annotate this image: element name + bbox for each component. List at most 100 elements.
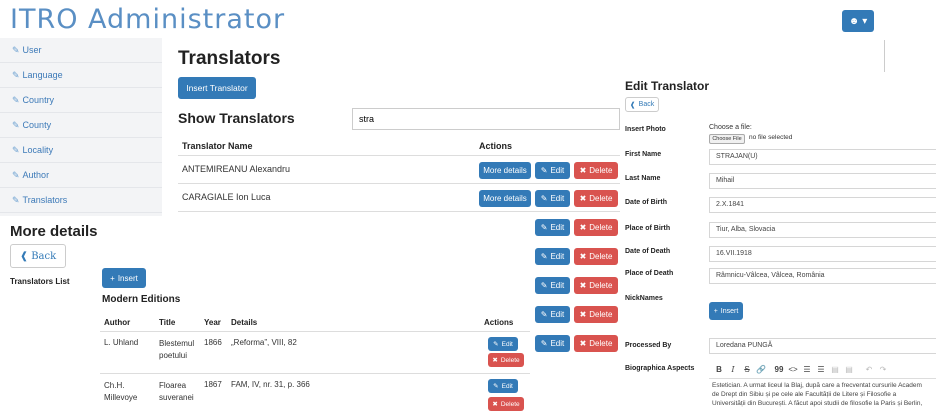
sidebar-item-locality[interactable]: ✎ Locality	[0, 138, 162, 163]
edit-button[interactable]: ✎ Edit	[535, 277, 570, 294]
more-details-button[interactable]: More details	[479, 162, 531, 179]
edit-button[interactable]: ✎ Edit	[488, 337, 518, 351]
edit-icon: ✎	[12, 194, 20, 205]
insert-photo-label: Insert Photo	[625, 126, 666, 133]
delete-button[interactable]: ✖ Delete	[574, 335, 618, 352]
delete-label: Delete	[589, 194, 613, 203]
code-button[interactable]: <>	[787, 362, 799, 376]
insert-label: Insert	[720, 307, 739, 315]
insert-translator-button[interactable]: Insert Translator	[178, 77, 256, 99]
bullet-list-button[interactable]: ☰	[801, 362, 813, 376]
date-of-birth-label: Date of Birth	[625, 199, 667, 206]
column-header-actions: Actions	[479, 141, 513, 151]
more-details-button[interactable]: More details	[479, 190, 531, 207]
sidebar-item-user[interactable]: ✎ User	[0, 38, 162, 63]
delete-button[interactable]: ✖ Delete	[488, 353, 524, 367]
date-of-birth-field[interactable]: 2.X.1841	[709, 197, 936, 213]
edition-year: 1866	[204, 338, 222, 347]
column-header-year: Year	[204, 318, 221, 327]
processed-by-field[interactable]: Loredana PUNGĂ	[709, 338, 936, 354]
bold-button[interactable]: B	[713, 362, 725, 376]
delete-button[interactable]: ✖ Delete	[574, 162, 618, 179]
choose-file-label: Choose a file:	[709, 124, 752, 131]
back-button[interactable]: ❰ Back	[10, 244, 66, 268]
edit-button[interactable]: ✎ Edit	[535, 162, 570, 179]
sidebar-item-language[interactable]: ✎ Language	[0, 63, 162, 88]
edition-details: FAM, IV, nr. 31, p. 366	[231, 380, 310, 389]
indent-icon: ▤	[845, 364, 853, 374]
sidebar-item-county[interactable]: ✎ County	[0, 113, 162, 138]
edit-button[interactable]: ✎ Edit	[535, 190, 570, 207]
search-input[interactable]	[352, 108, 620, 130]
edit-icon: ✎	[540, 166, 548, 175]
plus-icon: +	[713, 307, 718, 315]
delete-button[interactable]: ✖ Delete	[574, 306, 618, 323]
delete-label: Delete	[589, 223, 613, 232]
edit-label: Edit	[501, 340, 513, 348]
back-button[interactable]: ❰ Back	[625, 97, 659, 112]
delete-button[interactable]: ✖ Delete	[488, 397, 524, 411]
sidebar-item-author[interactable]: ✎ Author	[0, 163, 162, 188]
sidebar-item-label: Language	[22, 70, 63, 80]
translator-name: CARAGIALE Ion Luca	[182, 192, 271, 202]
edition-title-line: Blestemul	[159, 339, 195, 348]
edit-label: Edit	[550, 310, 565, 319]
edition-title: Floarea suveranei	[159, 380, 194, 404]
date-of-death-field[interactable]: 16.VII.1918	[709, 246, 936, 262]
insert-button[interactable]: + Insert	[102, 268, 146, 288]
edit-button[interactable]: ✎ Edit	[535, 335, 570, 352]
delete-button[interactable]: ✖ Delete	[574, 248, 618, 265]
more-details-title: More details	[10, 223, 98, 240]
sidebar-item-country[interactable]: ✎ Country	[0, 88, 162, 113]
sidebar-item-label: Country	[22, 95, 55, 105]
column-header-author: Author	[104, 318, 131, 327]
link-button[interactable]: 🔗	[755, 362, 767, 376]
undo-icon: ↶	[865, 364, 873, 374]
insert-label: Insert	[117, 273, 138, 283]
undo-button[interactable]: ↶	[863, 362, 875, 376]
edition-title-line: Floarea	[159, 381, 187, 390]
redo-button[interactable]: ↷	[877, 362, 889, 376]
delete-button[interactable]: ✖ Delete	[574, 277, 618, 294]
edit-label: Edit	[550, 281, 565, 290]
edit-icon: ✎	[540, 223, 548, 232]
edition-author-line: Ch.H.	[104, 381, 125, 390]
redo-icon: ↷	[879, 364, 887, 374]
indent-button[interactable]: ▤	[843, 362, 855, 376]
edit-icon: ✎	[540, 252, 548, 261]
edit-icon: ✎	[540, 339, 548, 348]
place-of-birth-field[interactable]: Tiur, Alba, Slovacia	[709, 222, 936, 238]
close-icon: ✖	[579, 252, 587, 261]
processed-by-label: Processed By	[625, 342, 672, 349]
choose-file-button[interactable]: Choose File	[709, 134, 745, 144]
last-name-field[interactable]: Mihail	[709, 173, 936, 189]
close-icon: ✖	[579, 310, 587, 319]
edit-button[interactable]: ✎ Edit	[488, 379, 518, 393]
delete-button[interactable]: ✖ Delete	[574, 219, 618, 236]
biographical-aspects-editor[interactable]: Estetician. A urmat liceul la Blaj, după…	[712, 381, 936, 408]
quote-button[interactable]: 99	[773, 362, 785, 376]
insert-nickname-button[interactable]: + Insert	[709, 302, 743, 320]
outdent-button[interactable]: ▤	[829, 362, 841, 376]
back-circle-icon: ❰	[629, 101, 636, 109]
close-icon: ✖	[579, 339, 587, 348]
delete-button[interactable]: ✖ Delete	[574, 190, 618, 207]
numbered-list-button[interactable]: ☰	[815, 362, 827, 376]
edit-button[interactable]: ✎ Edit	[535, 306, 570, 323]
file-status: no file selected	[749, 134, 793, 141]
app-title[interactable]: ITRO Administrator	[10, 4, 285, 35]
close-icon: ✖	[579, 223, 587, 232]
sidebar-item-translators[interactable]: ✎ Translators	[0, 188, 162, 213]
edit-label: Edit	[550, 339, 565, 348]
edit-button[interactable]: ✎ Edit	[535, 248, 570, 265]
biographical-aspects-label: Biographica Aspects	[625, 365, 695, 372]
delete-label: Delete	[589, 166, 613, 175]
first-name-field[interactable]: STRAJAN(U)	[709, 149, 936, 165]
place-of-death-field[interactable]: Râmnicu-Vâlcea, Vâlcea, România	[709, 268, 936, 284]
italic-button[interactable]: I	[727, 362, 739, 376]
edit-label: Edit	[550, 166, 565, 175]
user-menu-button[interactable]: ☻ ▾	[842, 10, 874, 32]
edit-button[interactable]: ✎ Edit	[535, 219, 570, 236]
edit-icon: ✎	[12, 119, 20, 130]
strikethrough-button[interactable]: S	[741, 362, 753, 376]
